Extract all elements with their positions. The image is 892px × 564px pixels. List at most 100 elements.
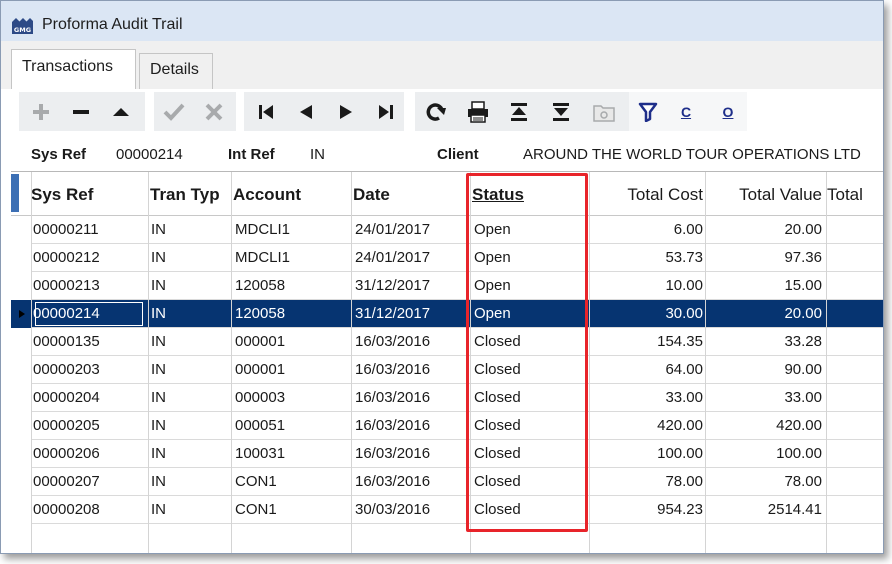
int-ref-value: IN xyxy=(310,146,325,163)
add-button[interactable] xyxy=(27,92,55,131)
cell-account: 000051 xyxy=(235,417,286,434)
tab-details[interactable]: Details xyxy=(139,53,213,89)
cell-date: 16/03/2016 xyxy=(355,473,431,490)
cell-total-cost: 100.00 xyxy=(657,445,703,462)
table-row[interactable]: 00000211 IN MDCLI1 24/01/2017 Open 6.00 20.00 xyxy=(11,216,883,244)
first-record-icon xyxy=(259,104,273,119)
cell-total-value: 15.00 xyxy=(784,277,822,294)
cell-date: 31/12/2017 xyxy=(355,305,431,322)
column-header-sys-ref[interactable]: Sys Ref xyxy=(31,185,93,205)
column-header-total-value[interactable]: Total Value xyxy=(711,185,822,205)
cell-account: 100031 xyxy=(235,445,286,462)
tab-details-label: Details xyxy=(150,61,199,78)
table-row[interactable]: 00000135 IN 000001 16/03/2016 Closed 154.35 33… xyxy=(11,328,883,356)
sort-descending-button[interactable] xyxy=(547,92,575,131)
column-header-date[interactable]: Date xyxy=(353,185,390,205)
refresh-icon xyxy=(426,102,446,121)
add-icon xyxy=(33,103,49,120)
cancel-button[interactable] xyxy=(199,92,229,131)
client-label: Client xyxy=(437,146,479,163)
cell-date: 30/03/2016 xyxy=(355,501,431,518)
eject-button[interactable] xyxy=(107,92,135,131)
cell-total-cost: 30.00 xyxy=(665,305,703,322)
refresh-button[interactable] xyxy=(421,92,451,131)
table-row[interactable]: 00000212 IN MDCLI1 24/01/2017 Open 53.73 97.36 xyxy=(11,244,883,272)
cell-account: MDCLI1 xyxy=(235,221,291,238)
column-header-total-cost[interactable]: Total Cost xyxy=(589,185,703,205)
client-value: AROUND THE WORLD TOUR OPERATIONS LTD xyxy=(523,146,861,163)
table-row[interactable]: 00000208 IN CON1 30/03/2016 Closed 954.23 2514… xyxy=(11,496,883,524)
column-header-tran-type[interactable]: Tran Typ xyxy=(150,185,220,205)
previous-record-icon xyxy=(300,104,312,119)
cell-total-value: 100.00 xyxy=(776,445,822,462)
table-row[interactable]: 00000207 IN CON1 16/03/2016 Closed 78.00 78.00 xyxy=(11,468,883,496)
cell-tran-type: IN xyxy=(151,473,166,490)
window-title: Proforma Audit Trail xyxy=(42,16,183,33)
last-record-button[interactable] xyxy=(372,92,400,131)
table-row[interactable]: 00000213 IN 120058 31/12/2017 Open 10.00 15.00 xyxy=(11,272,883,300)
cell-tran-type: IN xyxy=(151,333,166,350)
next-record-button[interactable] xyxy=(332,92,360,131)
cell-sys-ref: 00000213 xyxy=(33,277,100,294)
record-info-bar: Sys Ref 00000214 Int Ref IN Client AROUN… xyxy=(1,137,883,169)
last-record-icon xyxy=(379,104,393,119)
table-row[interactable]: 00000206 IN 100031 16/03/2016 Closed 100.00 10… xyxy=(11,440,883,468)
status-column-highlight xyxy=(466,173,588,532)
cell-tran-type: IN xyxy=(151,249,166,266)
tab-transactions[interactable]: Transactions xyxy=(11,49,136,90)
cell-total-cost: 10.00 xyxy=(665,277,703,294)
grid-divider xyxy=(589,172,590,553)
cell-sys-ref: 00000204 xyxy=(33,389,100,406)
cell-total-cost: 154.35 xyxy=(657,333,703,350)
print-button[interactable] xyxy=(463,92,493,131)
grid-divider xyxy=(31,172,32,553)
cell-total-cost: 33.00 xyxy=(665,389,703,406)
cell-sys-ref: 00000206 xyxy=(33,445,100,462)
tab-strip: Transactions Details xyxy=(1,41,883,90)
cell-sys-ref: 00000211 xyxy=(33,221,99,238)
cell-account: 000001 xyxy=(235,333,286,350)
cell-total-value: 33.00 xyxy=(784,389,822,406)
column-header-total[interactable]: Total xyxy=(827,185,872,205)
cell-total-value: 97.36 xyxy=(784,249,822,266)
table-row[interactable]: 00000203 IN 000001 16/03/2016 Closed 64.00 90.… xyxy=(11,356,883,384)
folder-button[interactable] xyxy=(589,92,619,131)
sort-ascending-button[interactable] xyxy=(505,92,533,131)
cell-tran-type: IN xyxy=(151,361,166,378)
transactions-grid: Sys Ref Tran Typ Account Date Status Tot… xyxy=(11,171,883,553)
sys-ref-label: Sys Ref xyxy=(31,146,87,163)
filter-button[interactable] xyxy=(634,92,662,131)
cell-total-value: 20.00 xyxy=(784,221,822,238)
cell-date: 16/03/2016 xyxy=(355,361,431,378)
remove-icon xyxy=(73,109,89,114)
print-icon xyxy=(468,100,488,123)
cell-tran-type: IN xyxy=(151,389,166,406)
confirm-icon xyxy=(163,103,185,121)
table-row[interactable]: 00000205 IN 000051 16/03/2016 Closed 420.00 42… xyxy=(11,412,883,440)
cell-sys-ref: 00000203 xyxy=(33,361,100,378)
table-row[interactable]: 00000214 IN 120058 31/12/2017 Open 30.00 20.00 xyxy=(11,300,883,328)
cell-total-cost: 64.00 xyxy=(665,361,703,378)
cell-total-cost: 954.23 xyxy=(657,501,703,518)
current-row-indicator-icon xyxy=(19,310,25,318)
folder-icon xyxy=(593,104,615,122)
cell-total-value: 33.28 xyxy=(784,333,822,350)
closed-filter-button[interactable]: C xyxy=(672,92,700,131)
cell-sys-ref: 00000214 xyxy=(33,300,145,328)
column-header-account[interactable]: Account xyxy=(233,185,301,205)
cell-account: MDCLI1 xyxy=(235,249,291,266)
table-row[interactable]: 00000204 IN 000003 16/03/2016 Closed 33.00 33.… xyxy=(11,384,883,412)
sort-descending-icon xyxy=(553,102,569,121)
cell-account: CON1 xyxy=(235,501,277,518)
remove-button[interactable] xyxy=(67,92,95,131)
confirm-button[interactable] xyxy=(159,92,189,131)
app-logo-icon: GMG xyxy=(12,18,33,34)
cell-account: CON1 xyxy=(235,473,277,490)
title-bar: GMG Proforma Audit Trail xyxy=(1,1,883,41)
cancel-icon xyxy=(205,103,223,120)
cell-total-value: 20.00 xyxy=(784,305,822,322)
cell-total-cost: 420.00 xyxy=(657,417,703,434)
open-filter-button[interactable]: O xyxy=(714,92,742,131)
previous-record-button[interactable] xyxy=(292,92,320,131)
first-record-button[interactable] xyxy=(252,92,280,131)
